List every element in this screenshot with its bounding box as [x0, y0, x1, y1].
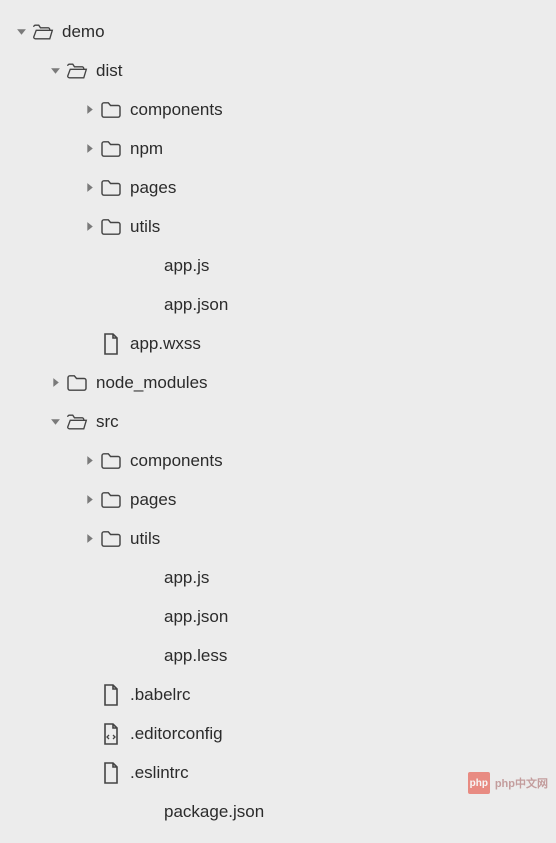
tree-row[interactable]: app.json	[8, 285, 548, 324]
tree-item-label: pages	[130, 178, 176, 198]
chevron-right-icon[interactable]	[82, 142, 96, 156]
tree-item-label: pages	[130, 490, 176, 510]
chevron-down-icon[interactable]	[14, 25, 28, 39]
folder-open-icon	[66, 60, 88, 82]
tree-item-label: app.less	[164, 646, 227, 666]
chevron-right-icon[interactable]	[82, 220, 96, 234]
tree-item-label: .eslintrc	[130, 763, 189, 783]
tree-row[interactable]: app.json	[8, 597, 548, 636]
tree-row[interactable]: components	[8, 441, 548, 480]
tree-row[interactable]: package.json	[8, 792, 548, 831]
tree-item-label: utils	[130, 529, 160, 549]
chevron-down-icon[interactable]	[48, 415, 62, 429]
folder-icon	[100, 99, 122, 121]
chevron-right-icon[interactable]	[82, 454, 96, 468]
tree-row[interactable]: demo	[8, 12, 548, 51]
folder-icon	[100, 489, 122, 511]
tree-item-label: npm	[130, 139, 163, 159]
tree-item-label: components	[130, 100, 223, 120]
tree-row[interactable]: app.js	[8, 558, 548, 597]
folder-icon	[100, 450, 122, 472]
chevron-right-icon[interactable]	[82, 181, 96, 195]
folder-icon	[66, 372, 88, 394]
tree-row[interactable]: utils	[8, 207, 548, 246]
tree-item-label: app.json	[164, 295, 228, 315]
watermark: php php中文网	[468, 772, 548, 794]
chevron-right-icon[interactable]	[82, 532, 96, 546]
tree-row[interactable]: pages	[8, 168, 548, 207]
tree-row[interactable]: src	[8, 402, 548, 441]
tree-item-label: package.json	[164, 802, 264, 822]
file-code-icon	[100, 723, 122, 745]
chevron-right-icon[interactable]	[48, 376, 62, 390]
file-icon	[100, 762, 122, 784]
tree-item-label: node_modules	[96, 373, 208, 393]
folder-open-icon	[66, 411, 88, 433]
tree-item-label: app.js	[164, 568, 209, 588]
tree-row[interactable]: dist	[8, 51, 548, 90]
tree-row[interactable]: utils	[8, 519, 548, 558]
tree-item-label: dist	[96, 61, 122, 81]
tree-row[interactable]: app.wxss	[8, 324, 548, 363]
chevron-right-icon[interactable]	[82, 493, 96, 507]
file-tree: demodistcomponentsnpmpagesutilsapp.jsapp…	[0, 0, 556, 843]
folder-icon	[100, 216, 122, 238]
chevron-right-icon[interactable]	[82, 103, 96, 117]
watermark-text: php中文网	[495, 775, 548, 791]
watermark-badge: php	[468, 772, 490, 794]
tree-item-label: app.js	[164, 256, 209, 276]
tree-row[interactable]: app.less	[8, 636, 548, 675]
folder-icon	[100, 177, 122, 199]
tree-row[interactable]: pages	[8, 480, 548, 519]
tree-row[interactable]: npm	[8, 129, 548, 168]
folder-icon	[100, 528, 122, 550]
tree-item-label: .babelrc	[130, 685, 190, 705]
tree-item-label: app.json	[164, 607, 228, 627]
folder-icon	[100, 138, 122, 160]
file-icon	[100, 333, 122, 355]
tree-item-label: .editorconfig	[130, 724, 223, 744]
tree-row[interactable]: node_modules	[8, 363, 548, 402]
tree-item-label: utils	[130, 217, 160, 237]
tree-item-label: demo	[62, 22, 105, 42]
tree-item-label: components	[130, 451, 223, 471]
folder-open-icon	[32, 21, 54, 43]
tree-row[interactable]: components	[8, 90, 548, 129]
tree-item-label: app.wxss	[130, 334, 201, 354]
tree-row[interactable]: .babelrc	[8, 675, 548, 714]
chevron-down-icon[interactable]	[48, 64, 62, 78]
tree-row[interactable]: .editorconfig	[8, 714, 548, 753]
file-icon	[100, 684, 122, 706]
tree-row[interactable]: app.js	[8, 246, 548, 285]
tree-item-label: src	[96, 412, 119, 432]
